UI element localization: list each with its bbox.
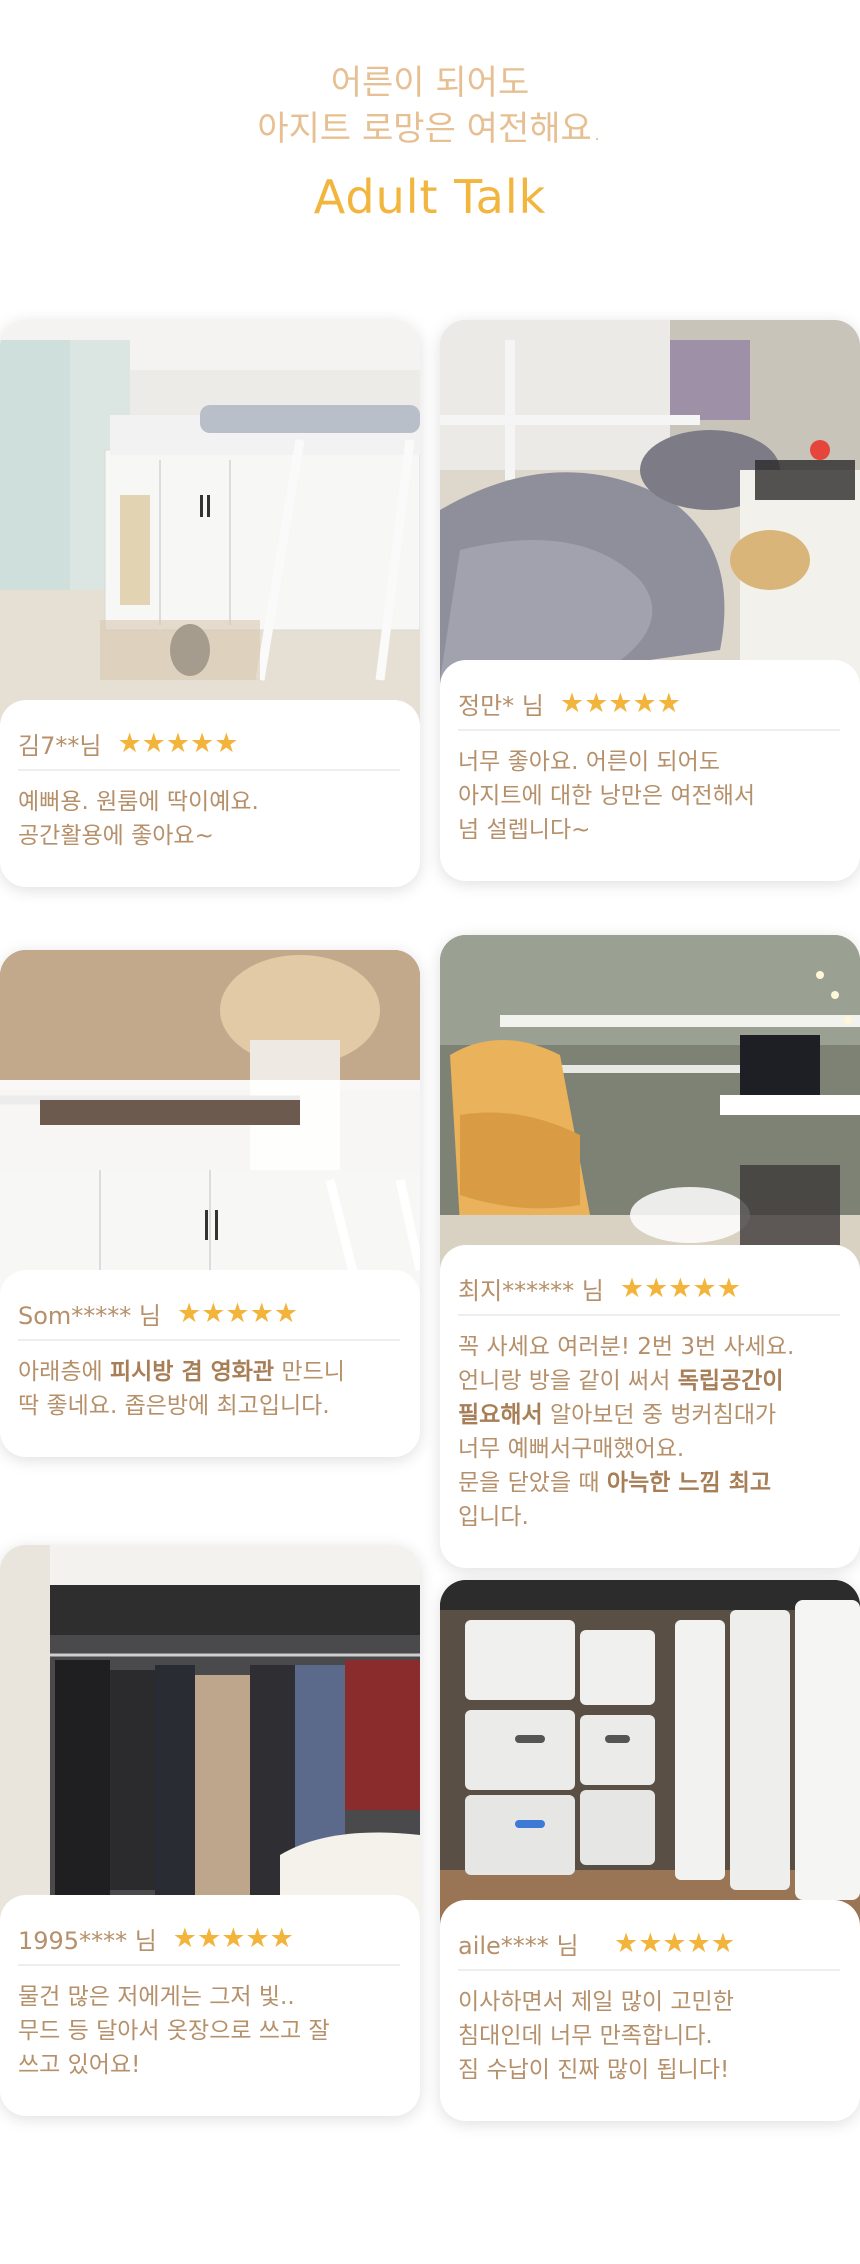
review-line: 예뻐용. 원룸에 딱이예요. bbox=[18, 789, 259, 815]
review-text: 물건 많은 저에게는 그저 빛.. 무드 등 달아서 옷장으로 쓰고 잘 쓰고 … bbox=[18, 1980, 400, 2082]
review-line: 물건 많은 저에게는 그저 빛.. bbox=[18, 1984, 295, 2010]
reviewer-name: Som***** 님 bbox=[18, 1302, 162, 1330]
review-card-1: 김7**님 ★★★★★ 예뻐용. 원룸에 딱이예요. 공간활용에 좋아요~ bbox=[0, 320, 420, 887]
review-card-2: 정만* 님 ★★★★★ 너무 좋아요. 어른이 되어도 아지트에 대한 낭만은 … bbox=[440, 320, 860, 881]
review-line: 공간활용에 좋아요~ bbox=[18, 823, 214, 849]
review-text: 꼭 사세요 여러분! 2번 3번 사세요. 언니랑 방을 같이 써서 독립공간이… bbox=[458, 1330, 840, 1534]
review-card-3: Som***** 님 ★★★★★ 아래층에 피시방 겸 영화관 만드니 딱 좋네… bbox=[0, 950, 420, 1457]
review-panel-1: 김7**님 ★★★★★ 예뻐용. 원룸에 딱이예요. 공간활용에 좋아요~ bbox=[0, 700, 420, 887]
reviewer-name: 최지****** 님 bbox=[458, 1277, 604, 1305]
review-text: 아래층에 피시방 겸 영화관 만드니 딱 좋네요. 좁은방에 최고입니다. bbox=[18, 1355, 400, 1423]
hero-heading: 어른이 되어도 아지트 로망은 여전해요. Adult Talk bbox=[0, 60, 860, 224]
rating-stars: ★★★★★ bbox=[614, 1928, 736, 1959]
reviewer-name: 김7**님 bbox=[18, 732, 102, 760]
highlight-text: 피시방 겸 영화관 bbox=[109, 1359, 275, 1385]
review-line: 무드 등 달아서 옷장으로 쓰고 잘 bbox=[18, 2018, 330, 2044]
review-photo-3 bbox=[0, 950, 420, 1300]
rating-stars: ★★★★★ bbox=[619, 1273, 741, 1304]
review-line: 아래층에 피시방 겸 영화관 만드니 bbox=[18, 1355, 400, 1389]
rating-stars: ★★★★★ bbox=[177, 1298, 299, 1329]
review-photo-5 bbox=[0, 1545, 420, 1925]
highlight-text: 아늑한 느낌 최고 bbox=[606, 1470, 772, 1496]
text-segment: 만드니 bbox=[274, 1359, 345, 1385]
review-line: 짐 수납이 진짜 많이 됩니다! bbox=[458, 2057, 730, 2083]
text-segment: 문을 닫았을 때 bbox=[458, 1470, 607, 1496]
highlight-text: 독립공간이 bbox=[677, 1368, 784, 1394]
rating-stars: ★★★★★ bbox=[117, 728, 239, 759]
reviewer-name: 정만* 님 bbox=[458, 692, 544, 720]
review-panel-5: 1995**** 님 ★★★★★ 물건 많은 저에게는 그저 빛.. 무드 등 … bbox=[0, 1895, 420, 2116]
review-photo-1 bbox=[0, 320, 420, 730]
review-line: 넘 설렙니다~ bbox=[458, 817, 591, 843]
review-line: 문을 닫았을 때 아늑한 느낌 최고 bbox=[458, 1466, 840, 1500]
text-segment: 언니랑 방을 같이 써서 bbox=[458, 1368, 678, 1394]
review-photo-2 bbox=[440, 320, 860, 690]
review-panel-6: aile**** 님 ★★★★★ 이사하면서 제일 많이 고민한 침대인데 너무… bbox=[440, 1900, 860, 2121]
review-line: 쓰고 있어요! bbox=[18, 2052, 141, 2078]
review-line: 너무 좋아요. 어른이 되어도 bbox=[458, 749, 721, 775]
reviewer-name: aile**** 님 bbox=[458, 1932, 579, 1960]
hero-line-1: 어른이 되어도 bbox=[330, 63, 530, 103]
review-panel-2: 정만* 님 ★★★★★ 너무 좋아요. 어른이 되어도 아지트에 대한 낭만은 … bbox=[440, 660, 860, 881]
review-line: 아지트에 대한 낭만은 여전해서 bbox=[458, 783, 756, 809]
review-card-4: 최지****** 님 ★★★★★ 꼭 사세요 여러분! 2번 3번 사세요. 언… bbox=[440, 935, 860, 1568]
review-photo-4 bbox=[440, 935, 860, 1275]
review-line: 이사하면서 제일 많이 고민한 bbox=[458, 1989, 734, 2015]
review-line: 침대인데 너무 만족합니다. bbox=[458, 2023, 713, 2049]
hero-subtitle: Adult Talk bbox=[313, 170, 547, 224]
review-text: 이사하면서 제일 많이 고민한 침대인데 너무 만족합니다. 짐 수납이 진짜 … bbox=[458, 1985, 840, 2087]
review-line: 필요해서 알아보던 중 벙커침대가 bbox=[458, 1398, 840, 1432]
hero-line-2: 아지트 로망은 여전해요. bbox=[257, 109, 603, 149]
highlight-text: 필요해서 bbox=[458, 1402, 543, 1428]
review-card-6: aile**** 님 ★★★★★ 이사하면서 제일 많이 고민한 침대인데 너무… bbox=[440, 1580, 860, 2121]
review-panel-4: 최지****** 님 ★★★★★ 꼭 사세요 여러분! 2번 3번 사세요. 언… bbox=[440, 1245, 860, 1568]
review-line: 입니다. bbox=[458, 1504, 529, 1530]
rating-stars: ★★★★★ bbox=[559, 688, 681, 719]
review-line: 딱 좋네요. 좁은방에 최고입니다. bbox=[18, 1393, 330, 1419]
review-line: 꼭 사세요 여러분! 2번 3번 사세요. bbox=[458, 1334, 795, 1360]
review-text: 예뻐용. 원룸에 딱이예요. 공간활용에 좋아요~ bbox=[18, 785, 400, 853]
review-card-5: 1995**** 님 ★★★★★ 물건 많은 저에게는 그저 빛.. 무드 등 … bbox=[0, 1545, 420, 2116]
reviewer-name: 1995**** 님 bbox=[18, 1927, 157, 1955]
review-line: 언니랑 방을 같이 써서 독립공간이 bbox=[458, 1364, 840, 1398]
review-line: 너무 예뻐서구매했어요. bbox=[458, 1436, 685, 1462]
review-photo-6 bbox=[440, 1580, 860, 1930]
text-segment: 알아보던 중 벙커침대가 bbox=[542, 1402, 777, 1428]
review-panel-3: Som***** 님 ★★★★★ 아래층에 피시방 겸 영화관 만드니 딱 좋네… bbox=[0, 1270, 420, 1457]
text-segment: 아래층에 bbox=[18, 1359, 110, 1385]
review-text: 너무 좋아요. 어른이 되어도 아지트에 대한 낭만은 여전해서 넘 설렙니다~ bbox=[458, 745, 840, 847]
rating-stars: ★★★★★ bbox=[172, 1923, 294, 1954]
